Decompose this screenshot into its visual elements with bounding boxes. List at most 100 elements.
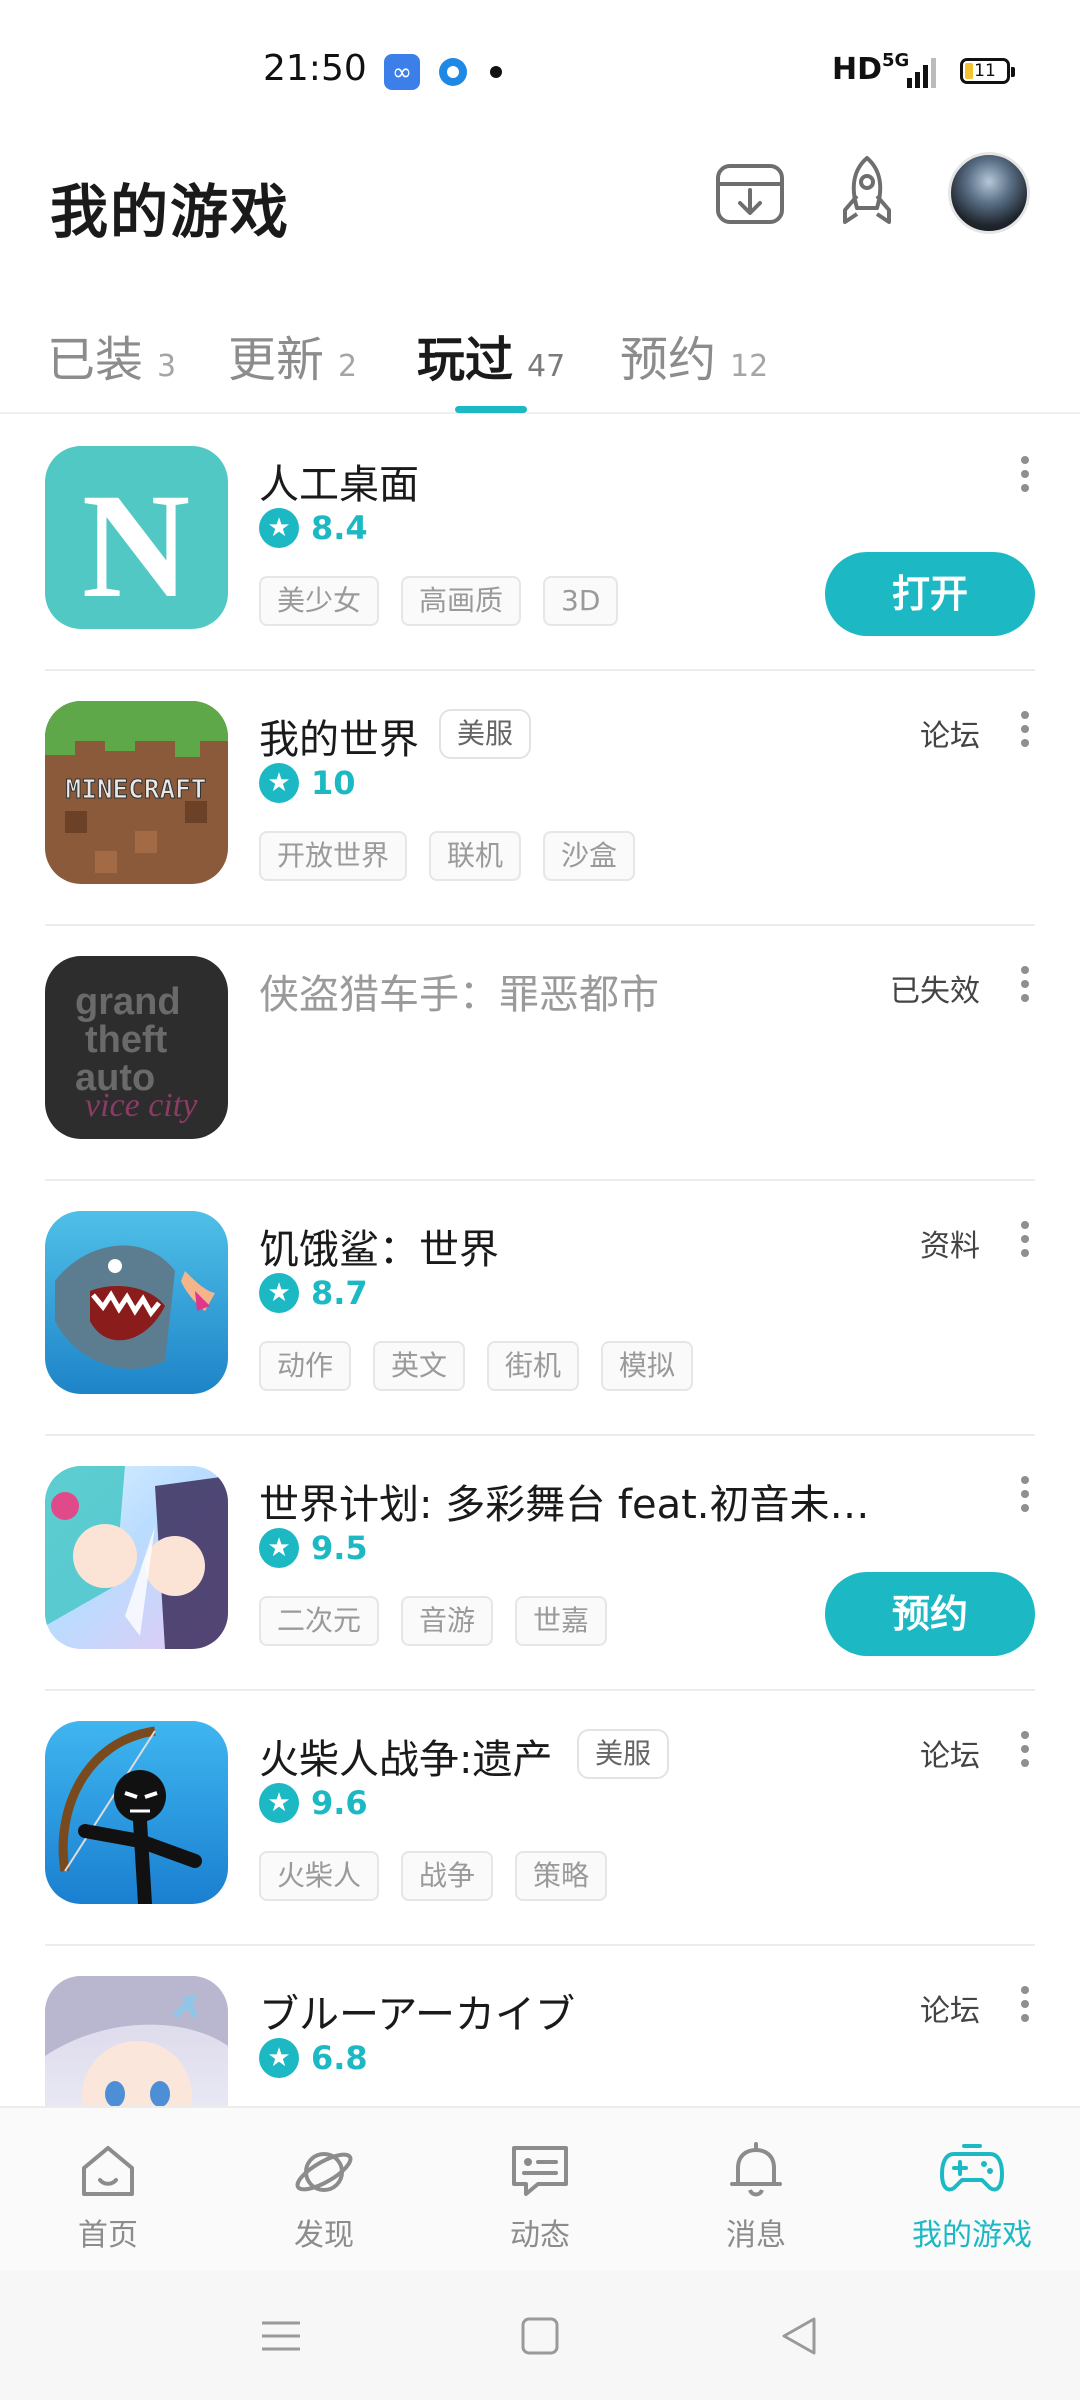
- game-name: 我的世界: [259, 717, 419, 763]
- star-icon: ★: [259, 2038, 299, 2078]
- forum-link[interactable]: 论坛: [920, 711, 980, 755]
- tab-reserved[interactable]: 预约 12: [620, 320, 768, 390]
- nav-discover[interactable]: 发现: [234, 2138, 414, 2254]
- tag[interactable]: 英文: [373, 1341, 466, 1391]
- tag[interactable]: 开放世界: [259, 831, 408, 881]
- star-icon: ★: [259, 508, 299, 548]
- region-badge: 美服: [577, 1729, 670, 1779]
- more-options-icon[interactable]: [1015, 1476, 1035, 1520]
- tag[interactable]: 动作: [259, 1341, 352, 1391]
- tag[interactable]: 沙盒: [543, 831, 636, 881]
- tab-count: 3: [157, 349, 177, 384]
- chat-card-icon: [512, 2146, 568, 2196]
- tag-list: 开放世界 联机 沙盒: [259, 831, 657, 881]
- tag[interactable]: 3D: [543, 576, 619, 626]
- rating-value: 9.5: [311, 1529, 368, 1567]
- game-row[interactable]: MINECRAFT 我的世界 美服 ★ 10 开放世界 联机 沙盒 论坛: [45, 671, 1035, 926]
- download-manager-icon[interactable]: [710, 152, 790, 232]
- tab-count: 12: [730, 349, 769, 384]
- user-avatar[interactable]: [948, 152, 1030, 234]
- region-badge: 美服: [439, 709, 532, 759]
- tag[interactable]: 战争: [401, 1851, 494, 1901]
- nav-my-games[interactable]: 我的游戏: [882, 2138, 1062, 2254]
- tag[interactable]: 联机: [429, 831, 522, 881]
- info-link[interactable]: 资料: [920, 1221, 980, 1265]
- tab-label: 已装: [47, 332, 144, 388]
- tag[interactable]: 美少女: [259, 576, 380, 626]
- svg-text:grand: grand: [75, 981, 181, 1023]
- nav-messages[interactable]: 消息: [666, 2138, 846, 2254]
- rocket-icon[interactable]: [827, 152, 907, 232]
- game-row[interactable]: 世界计划: 多彩舞台 feat.初音未… ★ 9.5 二次元 音游 世嘉 预约: [45, 1436, 1035, 1691]
- game-row[interactable]: 火柴人战争:遗产 美服 ★ 9.6 火柴人 战争 策略 论坛: [45, 1691, 1035, 1946]
- nav-label: 首页: [78, 2218, 138, 2253]
- expired-status: 已失效: [890, 974, 980, 1009]
- more-options-icon[interactable]: [1015, 1986, 1035, 2030]
- svg-text:vice city: vice city: [85, 1087, 198, 1124]
- more-options-icon[interactable]: [1015, 1731, 1035, 1775]
- tab-installed[interactable]: 已装 3: [47, 320, 176, 390]
- tag[interactable]: 策略: [515, 1851, 608, 1901]
- tag[interactable]: 街机: [487, 1341, 580, 1391]
- game-row[interactable]: grand theft auto vice city 侠盗猎车手：罪恶都市 已失…: [45, 926, 1035, 1181]
- page-title: 我的游戏: [50, 178, 291, 246]
- more-options-icon[interactable]: [1015, 966, 1035, 1010]
- svg-text:theft: theft: [85, 1019, 168, 1061]
- reserve-button[interactable]: 预约: [825, 1572, 1035, 1656]
- tab-count: 2: [338, 349, 358, 384]
- more-options-icon[interactable]: [1015, 711, 1035, 755]
- blue-archive-girl-icon: [45, 1976, 228, 2106]
- forum-link[interactable]: 论坛: [920, 1731, 980, 1775]
- svg-text:N: N: [82, 463, 190, 629]
- shark-icon: [45, 1211, 228, 1394]
- game-row[interactable]: N 人工桌面 ★ 8.4 美少女 高画质 3D 打开: [45, 416, 1035, 671]
- rating-value: 8.4: [311, 509, 368, 547]
- tab-played[interactable]: 玩过 47: [417, 320, 565, 390]
- open-button[interactable]: 打开: [825, 552, 1035, 636]
- bell-icon: [730, 2142, 782, 2197]
- home-square-icon[interactable]: [515, 2311, 565, 2361]
- game-row[interactable]: 饥饿鲨：世界 ★ 8.7 动作 英文 街机 模拟 资料: [45, 1181, 1035, 1436]
- tag[interactable]: 世嘉: [515, 1596, 608, 1646]
- tab-bar: 已装 3 更新 2 玩过 47 预约 12: [0, 310, 1080, 414]
- more-options-icon[interactable]: [1015, 456, 1035, 500]
- gta-vice-city-icon: grand theft auto vice city: [45, 956, 228, 1139]
- forum-link[interactable]: 论坛: [920, 1986, 980, 2030]
- hd-indicator: HD: [832, 52, 883, 87]
- rating: ★ 9.6: [259, 1783, 368, 1823]
- n-letter-icon: N: [45, 446, 228, 629]
- signal-icon: [907, 58, 936, 88]
- status-bar: 21:50 ∞ HD 5G 11: [0, 0, 1080, 140]
- nav-label: 发现: [294, 2218, 354, 2253]
- notification-dot-icon: [490, 66, 502, 78]
- rating: ★ 9.5: [259, 1528, 368, 1568]
- game-name: 侠盗猎车手：罪恶都市: [259, 972, 659, 1018]
- star-icon: ★: [259, 1783, 299, 1823]
- nav-label: 动态: [510, 2218, 570, 2253]
- nav-feed[interactable]: 动态: [450, 2138, 630, 2254]
- blue-app-icon: [439, 58, 467, 86]
- more-options-icon[interactable]: [1015, 1221, 1035, 1265]
- star-icon: ★: [259, 763, 299, 803]
- home-icon: [82, 2146, 134, 2196]
- tag[interactable]: 火柴人: [259, 1851, 380, 1901]
- tag[interactable]: 模拟: [601, 1341, 694, 1391]
- tag-list: 动作 英文 街机 模拟: [259, 1341, 715, 1391]
- tag[interactable]: 高画质: [401, 576, 522, 626]
- rating-value: 6.8: [311, 2039, 368, 2077]
- stickman-archer-icon: [45, 1721, 228, 1904]
- status-time: 21:50: [263, 48, 367, 89]
- tab-updates[interactable]: 更新 2: [228, 320, 357, 390]
- tag[interactable]: 音游: [401, 1596, 494, 1646]
- tag[interactable]: 二次元: [259, 1596, 380, 1646]
- nav-home[interactable]: 首页: [18, 2138, 198, 2254]
- rating: ★ 8.4: [259, 508, 368, 548]
- game-name: 饥饿鲨：世界: [259, 1227, 499, 1273]
- game-name: ブルーアーカイブ: [259, 1992, 575, 2038]
- rating-value: 8.7: [311, 1274, 368, 1312]
- menu-icon[interactable]: [256, 2311, 306, 2361]
- game-row[interactable]: ブルーアーカイブ ★ 6.8 论坛: [45, 1946, 1035, 2106]
- game-name: 人工桌面: [259, 462, 419, 508]
- back-triangle-icon[interactable]: [774, 2311, 824, 2361]
- game-name: 火柴人战争:遗产: [259, 1737, 553, 1783]
